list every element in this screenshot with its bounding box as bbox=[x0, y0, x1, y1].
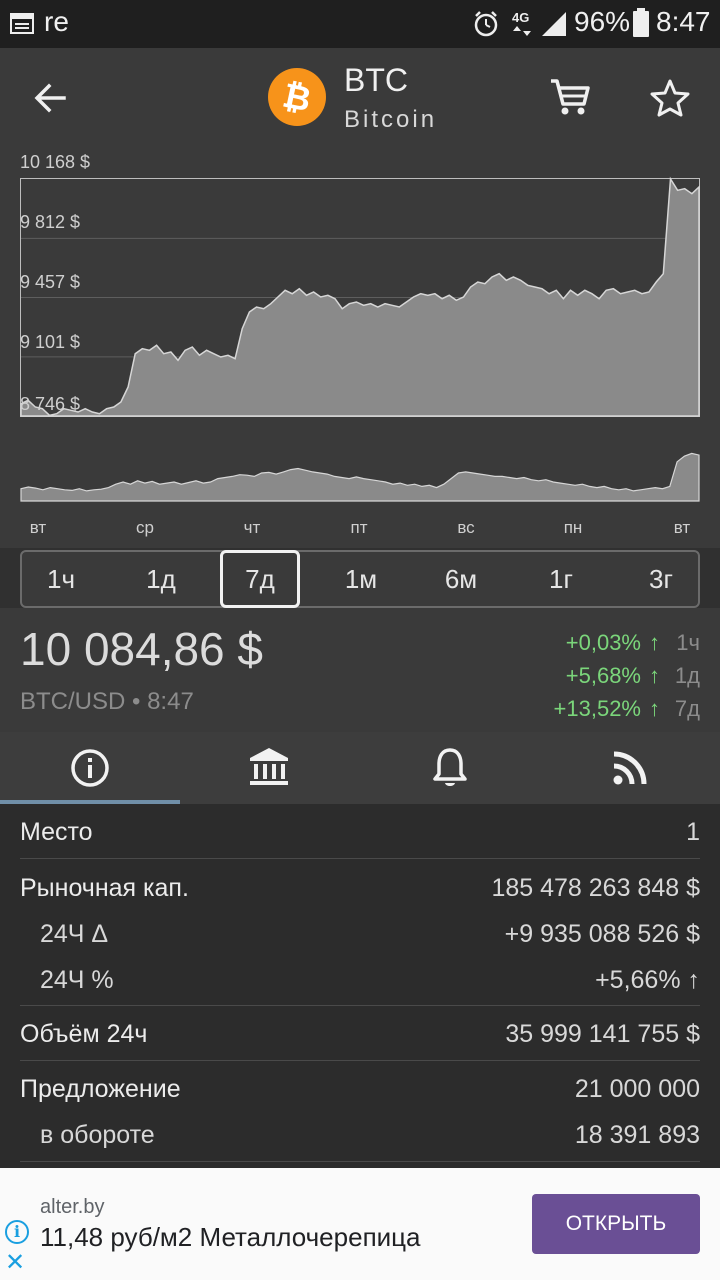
calendar-icon bbox=[10, 13, 34, 34]
circulating-label: в обороте bbox=[40, 1121, 155, 1149]
rss-icon bbox=[613, 751, 647, 785]
coin-symbol: BTC bbox=[344, 62, 408, 98]
volume-24h-value: 35 999 141 755 $ bbox=[505, 1020, 700, 1048]
rank-value: 1 bbox=[686, 818, 700, 846]
coin-name: Bitcoin bbox=[344, 106, 438, 133]
ad-info-icon[interactable]: i bbox=[5, 1220, 29, 1244]
divider bbox=[20, 1005, 700, 1006]
percent-24h-value: +5,66% ↑ bbox=[595, 966, 700, 994]
percent-24h-label: 24Ч % bbox=[40, 966, 114, 994]
tab-news[interactable] bbox=[540, 732, 720, 804]
divider bbox=[20, 1161, 700, 1162]
status-bar: re 4G 96% 8:47 bbox=[0, 0, 720, 48]
market-cap-label: Рыночная кап. bbox=[20, 874, 189, 902]
up-arrow-icon: ↑ bbox=[649, 630, 660, 655]
detail-tabs bbox=[0, 732, 720, 804]
pair-and-time: BTC/USD • 8:47 bbox=[20, 688, 194, 715]
battery-icon bbox=[633, 8, 649, 37]
coin-info-list: Место 1 Рыночная кап. 185 478 263 848 $ … bbox=[0, 804, 720, 1170]
delta-24h-label: 24Ч Δ bbox=[40, 920, 109, 948]
tab-exchanges[interactable] bbox=[180, 732, 360, 804]
y-axis-label: 9 101 $ bbox=[20, 332, 81, 352]
current-price: 10 084,86 $ bbox=[20, 623, 264, 675]
range-button-6m[interactable]: 6м bbox=[416, 552, 506, 606]
battery-percent: 96% bbox=[574, 6, 631, 37]
up-arrow-icon: ↑ bbox=[649, 663, 660, 688]
divider bbox=[20, 858, 700, 859]
tab-info[interactable] bbox=[0, 732, 180, 804]
change-value: +13,52% bbox=[553, 696, 641, 721]
market-cap-value: 185 478 263 848 $ bbox=[491, 874, 700, 902]
signal-icon bbox=[542, 12, 566, 36]
ad-title[interactable]: 11,48 руб/м2 Металлочерепица bbox=[40, 1222, 421, 1253]
range-button-1d[interactable]: 1д bbox=[116, 552, 206, 606]
divider bbox=[20, 1060, 700, 1061]
bitcoin-logo-icon: ₿ bbox=[268, 68, 326, 126]
ad-domain[interactable]: alter.by bbox=[40, 1196, 104, 1219]
network-type: 4G bbox=[512, 10, 530, 25]
range-button-1y[interactable]: 1г bbox=[516, 552, 606, 606]
x-axis-label: вт bbox=[673, 518, 691, 537]
change-value: +0,03% bbox=[565, 630, 641, 655]
price-chart[interactable] bbox=[0, 148, 720, 548]
change-period: 1д bbox=[674, 663, 700, 688]
status-time: 8:47 bbox=[656, 6, 711, 37]
x-axis-label: пт bbox=[350, 518, 368, 537]
status-app-text: re bbox=[44, 6, 69, 37]
alarm-icon bbox=[474, 11, 498, 37]
toolbar: ₿ BTC Bitcoin bbox=[0, 48, 720, 148]
y-axis-label: 9 812 $ bbox=[20, 212, 81, 232]
change-row: +13,52% ↑ 7д bbox=[554, 696, 700, 722]
ad-close-icon[interactable]: ✕ bbox=[5, 1248, 25, 1277]
info-icon bbox=[71, 749, 109, 787]
change-row: +0,03% ↑ 1ч bbox=[566, 630, 700, 656]
change-period: 7д bbox=[674, 696, 700, 721]
tab-alerts[interactable] bbox=[360, 732, 540, 804]
supply-label: Предложение bbox=[20, 1075, 181, 1103]
x-axis-label: ср bbox=[136, 518, 154, 537]
volume-area-series bbox=[20, 452, 700, 502]
change-period: 1ч bbox=[676, 630, 700, 655]
data-arrows-icon bbox=[513, 26, 531, 36]
range-button-7d[interactable]: 7д bbox=[220, 550, 300, 608]
delta-24h-value: +9 935 088 526 $ bbox=[504, 920, 700, 948]
up-arrow-icon: ↑ bbox=[649, 696, 660, 721]
supply-value: 21 000 000 bbox=[574, 1075, 700, 1103]
favorite-star-icon[interactable] bbox=[650, 78, 690, 118]
time-range-selector: 1ч 1д 7д 1м 6м 1г 3г bbox=[20, 550, 700, 608]
y-axis-label: 10 168 $ bbox=[20, 152, 91, 172]
range-button-1m[interactable]: 1м bbox=[316, 552, 406, 606]
y-axis-label: 9 457 $ bbox=[20, 272, 81, 292]
back-arrow-icon[interactable] bbox=[34, 82, 66, 114]
x-axis-label: пн bbox=[563, 518, 583, 537]
x-axis-label: вс bbox=[457, 518, 475, 537]
ad-open-button[interactable]: ОТКРЫТЬ bbox=[532, 1194, 700, 1254]
y-axis-label: 8 746 $ bbox=[20, 394, 81, 414]
range-button-3y[interactable]: 3г bbox=[616, 552, 706, 606]
bell-icon bbox=[433, 748, 467, 786]
rank-label: Место bbox=[20, 818, 93, 846]
cart-icon[interactable] bbox=[548, 76, 590, 118]
change-value: +5,68% bbox=[565, 663, 641, 688]
exchange-bank-icon bbox=[250, 748, 288, 785]
x-axis-label: вт bbox=[29, 518, 47, 537]
change-row: +5,68% ↑ 1д bbox=[566, 663, 700, 689]
range-button-1h[interactable]: 1ч bbox=[16, 552, 106, 606]
volume-24h-label: Объём 24ч bbox=[20, 1020, 148, 1048]
x-axis-label: чт bbox=[243, 518, 261, 537]
circulating-value: 18 391 893 bbox=[574, 1121, 700, 1149]
